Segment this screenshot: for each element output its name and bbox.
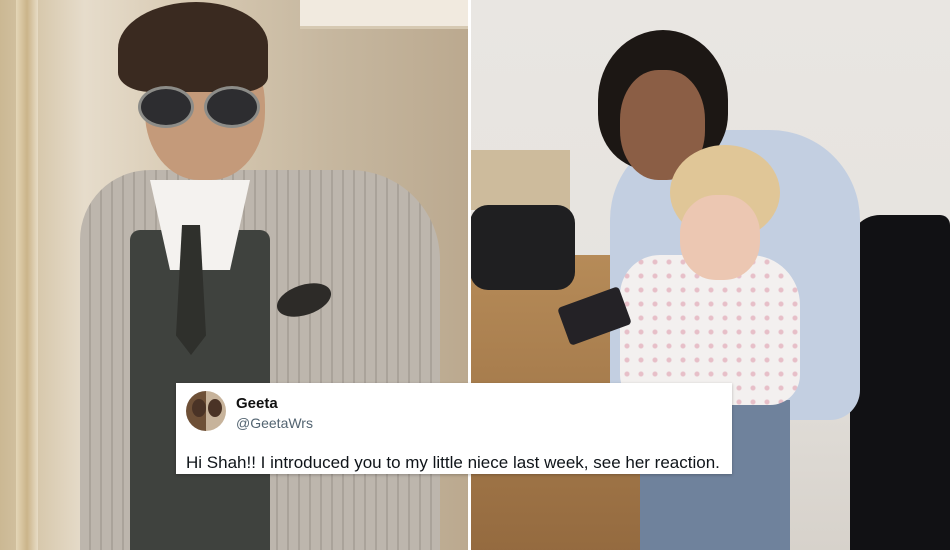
black-chair	[850, 215, 950, 550]
tweet-card[interactable]: Geeta @GeetaWrs Hi Shah!! I introduced y…	[176, 383, 732, 474]
black-bag	[470, 205, 575, 290]
wall-trim	[16, 0, 38, 550]
avatar[interactable]	[186, 391, 226, 431]
tweet-author-handle[interactable]: @GeetaWrs	[236, 415, 313, 431]
tweet-author-name[interactable]: Geeta	[236, 395, 278, 412]
man-hair	[118, 2, 268, 92]
tweet-text: Hi Shah!! I introduced you to my little …	[186, 453, 720, 472]
sunglasses	[138, 86, 260, 128]
cardboard-box	[470, 150, 570, 210]
ceiling-molding	[300, 0, 470, 29]
child-face	[680, 195, 760, 280]
